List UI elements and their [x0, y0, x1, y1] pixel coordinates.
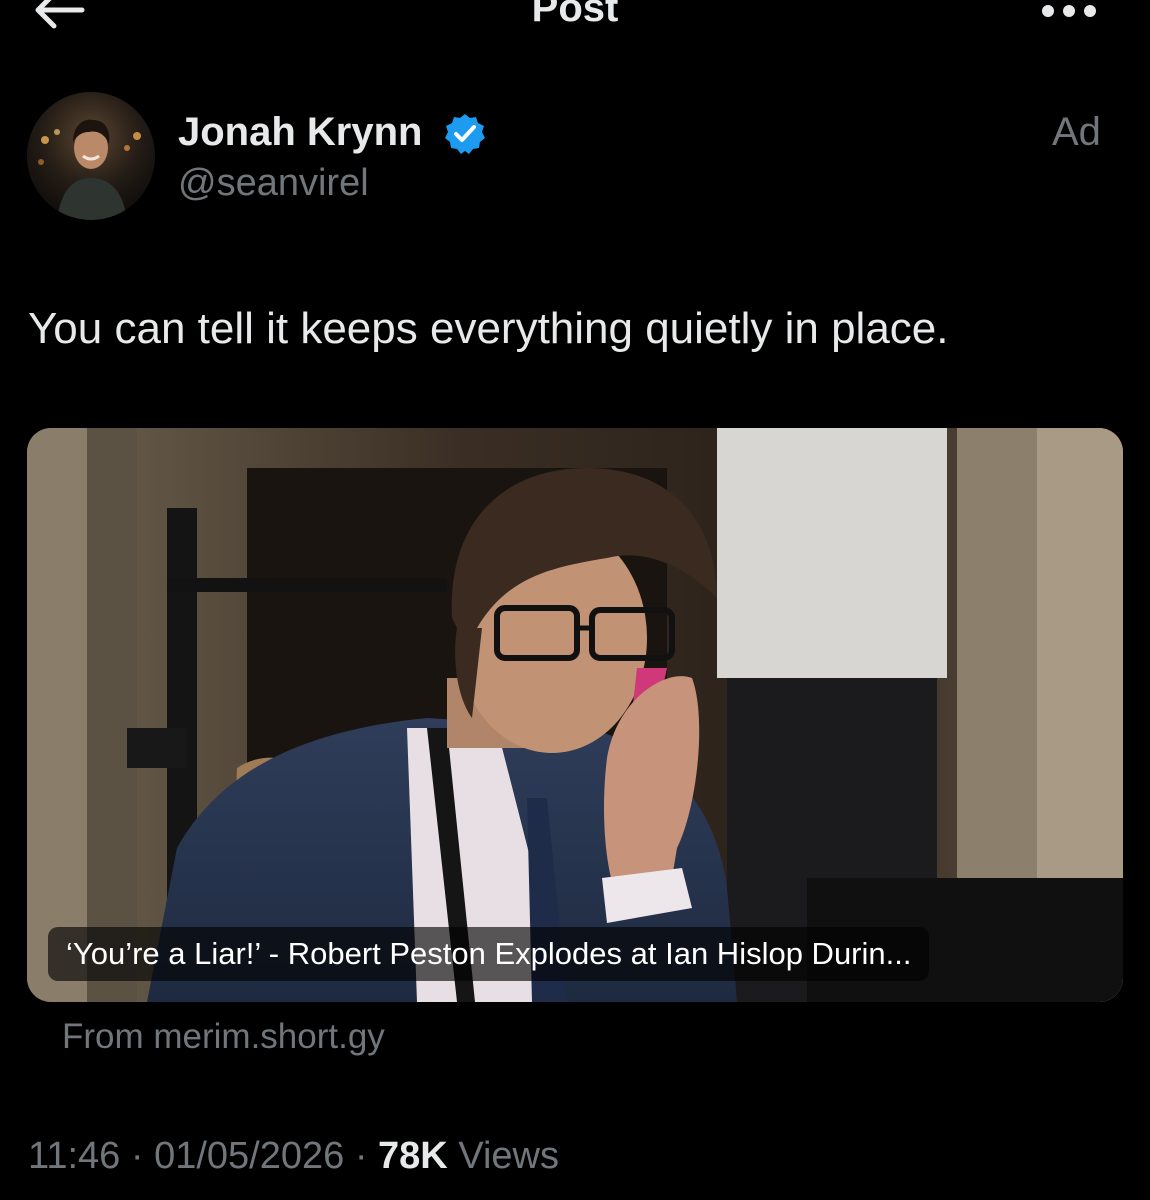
more-options-button[interactable]	[1036, 2, 1102, 22]
post-date: 01/05/2026	[154, 1135, 345, 1177]
more-horizontal-icon	[1042, 5, 1096, 17]
card-caption[interactable]: ‘You’re a Liar!’ - Robert Peston Explode…	[48, 927, 930, 981]
post-time: 11:46	[28, 1135, 121, 1177]
views-label: Views	[458, 1135, 559, 1177]
card-image	[27, 428, 1123, 1002]
link-card[interactable]	[27, 428, 1123, 1002]
meta-separator: ·	[130, 1135, 144, 1177]
post-meta: 11:46 · 01/05/2026 · 78K Views	[28, 1132, 559, 1180]
meta-separator: ·	[354, 1135, 368, 1177]
avatar[interactable]	[27, 92, 155, 220]
verified-badge-icon	[443, 112, 487, 156]
views-count[interactable]: 78K	[378, 1135, 448, 1177]
author-handle[interactable]: @seanvirel	[178, 160, 369, 206]
ad-label: Ad	[1052, 110, 1101, 154]
author-name[interactable]: Jonah Krynn	[178, 108, 422, 156]
page-title: Post	[531, 0, 619, 30]
post-text: You can tell it keeps everything quietly…	[28, 304, 949, 353]
card-source-link[interactable]: From merim.short.gy	[62, 1014, 385, 1060]
avatar-photo	[27, 92, 155, 220]
